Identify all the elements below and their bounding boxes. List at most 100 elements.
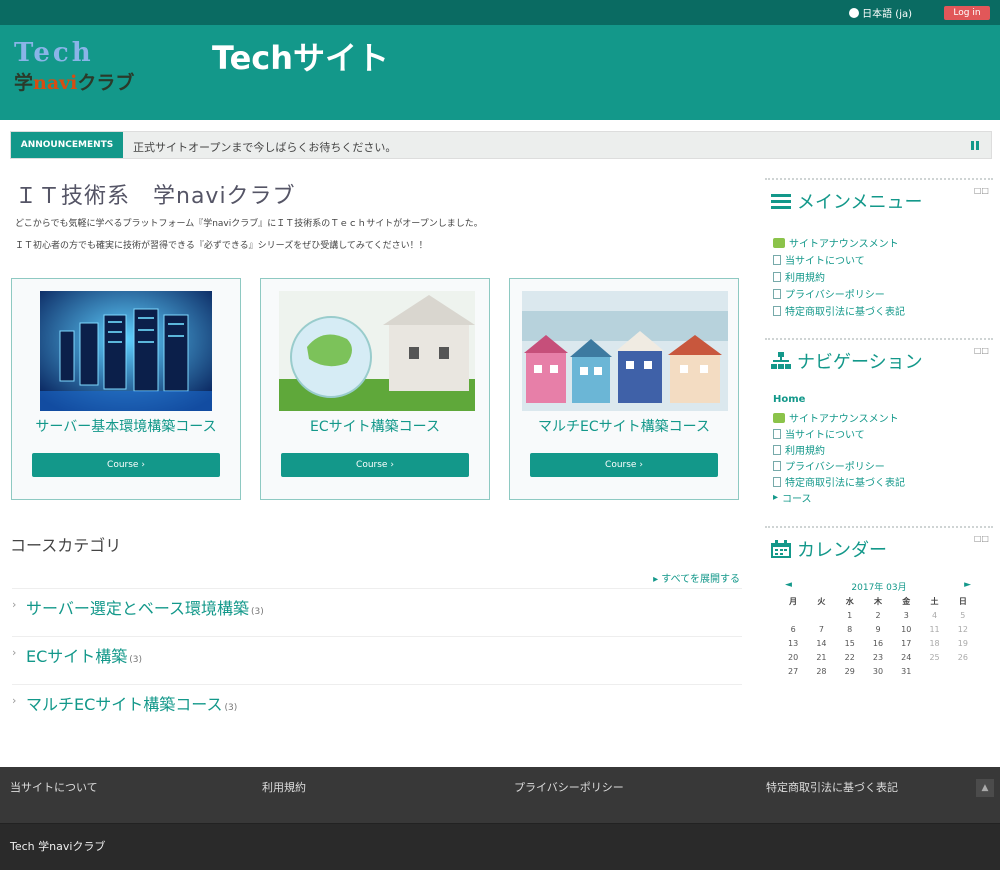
footer-site-name: Tech 学naviクラブ (10, 840, 106, 853)
page-icon (773, 271, 781, 282)
site-logo[interactable]: Tech 学naviクラブ (14, 38, 154, 98)
course-title[interactable]: ECサイト構築コース (261, 416, 489, 436)
calendar-day[interactable]: 31 (892, 664, 920, 678)
language-menu[interactable]: 日本語 (ja) (849, 5, 912, 20)
navigation-label: ナビゲーション (797, 352, 923, 373)
calendar-day[interactable]: 13 (779, 636, 807, 650)
page-title: ＩＴ技術系 学naviクラブ (15, 184, 296, 209)
calendar-day[interactable]: 3 (892, 608, 920, 622)
server-image[interactable] (40, 291, 212, 411)
calendar-day[interactable]: 25 (920, 650, 948, 664)
calendar-month[interactable]: 2017年 03月 (765, 580, 993, 593)
calendar-day[interactable]: 29 (836, 664, 864, 678)
calendar-day[interactable]: 21 (807, 650, 835, 664)
calendar-day[interactable]: 23 (864, 650, 892, 664)
calendar-day[interactable]: 14 (807, 636, 835, 650)
calendar-next-icon[interactable]: ► (964, 580, 971, 590)
nav-home-link[interactable]: Home (773, 394, 805, 405)
course-title[interactable]: サーバー基本環境構築コース (12, 416, 240, 436)
menu-link-label: 当サイトについて (785, 256, 865, 267)
hide-block-icon[interactable]: □□ (974, 186, 989, 195)
category-count: (3) (224, 703, 238, 713)
calendar-day[interactable]: 18 (920, 636, 948, 650)
login-button[interactable]: Log in (944, 6, 990, 20)
nav-link-about[interactable]: 当サイトについて (773, 426, 865, 441)
menu-icon (771, 194, 791, 209)
category-name-wrap: マルチECサイト構築コース (3) (26, 691, 237, 715)
logo-tech-text: Tech (14, 38, 94, 68)
back-to-top-icon[interactable]: ▲ (976, 779, 994, 797)
footer-bottom: Tech 学naviクラブ (0, 824, 1000, 870)
calendar-day[interactable]: 7 (807, 622, 835, 636)
menu-link-announcements[interactable]: サイトアナウンスメント (773, 235, 899, 250)
page-icon (773, 305, 781, 316)
footer-link-privacy[interactable]: プライバシーポリシー (514, 779, 624, 795)
page-icon (773, 254, 781, 265)
footer-links-bar: 当サイトについて 利用規約 プライバシーポリシー 特定商取引法に基づく表記 ▲ (0, 767, 1000, 824)
calendar-day (949, 664, 977, 678)
calendar-day[interactable]: 9 (864, 622, 892, 636)
calendar-day[interactable]: 16 (864, 636, 892, 650)
nav-link-commerce[interactable]: 特定商取引法に基づく表記 (773, 474, 905, 489)
calendar-day[interactable]: 11 (920, 622, 948, 636)
nav-link-courses[interactable]: ▸ コース (773, 490, 812, 505)
calendar-day[interactable]: 2 (864, 608, 892, 622)
category-item[interactable]: › サーバー選定とベース環境構築 (3) (12, 588, 742, 635)
hide-block-icon[interactable]: □□ (974, 534, 989, 543)
weekday: 日 (958, 596, 967, 606)
nav-link-privacy[interactable]: プライバシーポリシー (773, 458, 885, 473)
caret-right-icon: ▸ (773, 492, 779, 503)
course-button[interactable]: Course › (530, 453, 718, 477)
category-name-wrap: ECサイト構築 (3) (26, 643, 142, 667)
calendar-day[interactable]: 15 (836, 636, 864, 650)
expand-all-label: すべてを展開する (661, 574, 740, 585)
expand-all-link[interactable]: ▸ すべてを展開する (653, 570, 740, 585)
course-title[interactable]: マルチECサイト構築コース (510, 416, 738, 436)
footer-link-terms[interactable]: 利用規約 (262, 779, 306, 795)
calendar-day[interactable]: 24 (892, 650, 920, 664)
calendar-day[interactable]: 8 (836, 622, 864, 636)
page-icon (773, 288, 781, 299)
hide-block-icon[interactable]: □□ (974, 346, 989, 355)
calendar-day[interactable]: 6 (779, 622, 807, 636)
pause-icon[interactable] (971, 141, 979, 150)
menu-link-commerce[interactable]: 特定商取引法に基づく表記 (773, 303, 905, 318)
calendar-day[interactable]: 30 (864, 664, 892, 678)
calendar-day[interactable]: 26 (949, 650, 977, 664)
nav-link-label: 利用規約 (785, 446, 825, 457)
nav-link-terms[interactable]: 利用規約 (773, 442, 825, 457)
chevron-right-icon: › (12, 646, 17, 659)
announcement-text[interactable]: 正式サイトオープンまで今しばらくお待ちください。 (133, 139, 396, 155)
calendar-day[interactable]: 27 (779, 664, 807, 678)
calendar-day[interactable]: 20 (779, 650, 807, 664)
calendar-day[interactable]: 17 (892, 636, 920, 650)
menu-link-terms[interactable]: 利用規約 (773, 269, 825, 284)
calendar-day[interactable]: 12 (949, 622, 977, 636)
course-button[interactable]: Course › (281, 453, 469, 477)
calendar-day[interactable]: 22 (836, 650, 864, 664)
calendar-weekdays: 月 火 水 木 金 土 日 (779, 594, 977, 608)
calendar-day[interactable]: 1 (836, 608, 864, 622)
calendar-day[interactable]: 28 (807, 664, 835, 678)
weekday: 月 (789, 596, 798, 606)
weekday: 土 (930, 596, 939, 606)
category-name-wrap: サーバー選定とベース環境構築 (3) (26, 595, 264, 619)
menu-link-privacy[interactable]: プライバシーポリシー (773, 286, 885, 301)
footer-link-commerce[interactable]: 特定商取引法に基づく表記 (766, 779, 898, 795)
calendar-day[interactable]: 5 (949, 608, 977, 622)
course-button[interactable]: Course › (32, 453, 220, 477)
calendar-day[interactable]: 10 (892, 622, 920, 636)
chevron-right-icon: › (12, 598, 17, 611)
globe-house-image[interactable] (279, 291, 475, 411)
category-item[interactable]: › ECサイト構築 (3) (12, 636, 742, 683)
houses-image[interactable] (522, 291, 728, 411)
chevron-right-icon: › (12, 694, 17, 707)
calendar-day[interactable]: 4 (920, 608, 948, 622)
calendar-day[interactable]: 19 (949, 636, 977, 650)
intro-text-2: ＩＴ初心者の方でも確実に技術が習得できる『必ずできる』シリーズをぜひ受講してみて… (15, 241, 428, 251)
language-label: 日本語 (ja) (862, 9, 912, 20)
footer-link-about[interactable]: 当サイトについて (10, 779, 98, 795)
nav-link-announcements[interactable]: サイトアナウンスメント (773, 410, 899, 425)
menu-link-about[interactable]: 当サイトについて (773, 252, 865, 267)
category-item[interactable]: › マルチECサイト構築コース (3) (12, 684, 742, 731)
